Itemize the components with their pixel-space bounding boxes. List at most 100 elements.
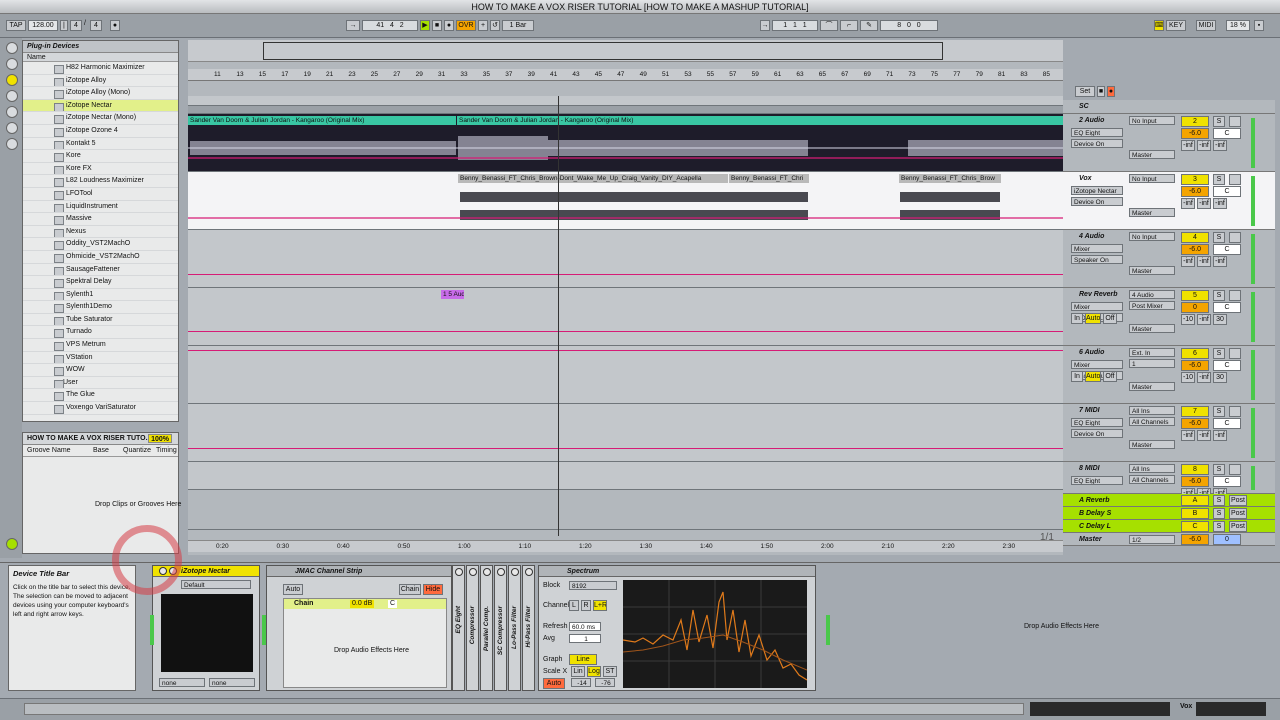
return-post[interactable]: Post: [1229, 521, 1247, 532]
clip-vox-2[interactable]: Benny_Benassi_FT_Chri: [729, 174, 809, 183]
user-plugin-item[interactable]: Voxengo VariSaturator: [23, 402, 178, 415]
plugin-item[interactable]: iZotope Nectar (Mono): [23, 112, 178, 125]
stop-all-icon[interactable]: ■: [1097, 86, 1105, 97]
plugin-item[interactable]: VPS Metrum: [23, 339, 178, 352]
jmac-chain-pan[interactable]: C: [388, 600, 398, 608]
jmac-device-column[interactable]: Hi-Pass Filter: [522, 565, 535, 691]
plugin-item[interactable]: Oddity_VST2MachO: [23, 238, 178, 251]
key-map-button[interactable]: KEY: [1166, 20, 1186, 31]
solo-button[interactable]: S: [1213, 406, 1225, 417]
overview-bar[interactable]: [188, 40, 1063, 62]
tempo-field[interactable]: 128.00: [28, 20, 58, 31]
track-volume[interactable]: -6.0: [1181, 244, 1209, 255]
spectrum-ch-lr[interactable]: L+R: [593, 600, 607, 611]
track-input[interactable]: Ext. In: [1129, 348, 1175, 357]
mixer-track[interactable]: SC: [1063, 100, 1275, 114]
master-cue[interactable]: 0: [1213, 534, 1241, 545]
master-name[interactable]: Master: [1067, 534, 1127, 545]
plugin-item[interactable]: Ohmicide_VST2MachO: [23, 251, 178, 264]
plugin-item[interactable]: iZotope Nectar: [23, 99, 178, 113]
draw-mode-icon[interactable]: ✎: [860, 20, 878, 31]
track-input[interactable]: All Ins: [1129, 406, 1175, 415]
mixer-track[interactable]: 2 Audio EQ Eight Device On No Input Master 2-…: [1063, 114, 1275, 172]
plugin-item[interactable]: iZotope Ozone 4: [23, 125, 178, 138]
spectrum-graph-line[interactable]: Line: [569, 654, 597, 665]
jmac-hide-button[interactable]: Hide: [423, 584, 443, 595]
master-volume[interactable]: -6.0: [1181, 534, 1209, 545]
spectrum-range-min[interactable]: -14: [571, 678, 591, 687]
plugin-item[interactable]: Nexus: [23, 226, 178, 239]
spectrum-scale-lin[interactable]: Lin: [571, 666, 585, 677]
plugin-item[interactable]: WOW: [23, 364, 178, 377]
nectar-preset[interactable]: Default: [181, 580, 251, 589]
plugin-browser-icon[interactable]: [6, 74, 18, 86]
punch-out-icon[interactable]: ⌐: [840, 20, 858, 31]
live-devices-icon[interactable]: [6, 42, 18, 54]
file-browser-3-icon[interactable]: [6, 122, 18, 134]
groove-pool-icon[interactable]: [6, 538, 18, 550]
mixer-track[interactable]: 7 MIDI EQ Eight Device On All Ins All Channe…: [1063, 404, 1275, 462]
lane-7-midi[interactable]: [188, 404, 1063, 462]
status-thumbnail[interactable]: [1030, 702, 1170, 716]
plugin-item[interactable]: H82 Harmonic Maximizer: [23, 62, 178, 75]
plugin-item[interactable]: iZotope Alloy: [23, 75, 178, 88]
lane-rev-reverb[interactable]: 1 5 Aud: [188, 288, 1063, 346]
spectrum-auto-button[interactable]: Auto: [543, 678, 565, 689]
device-activator-icon[interactable]: [525, 568, 533, 576]
status-track-thumbnail[interactable]: [1196, 702, 1266, 716]
return-solo[interactable]: S: [1213, 495, 1225, 506]
time-ruler[interactable]: 0:20 0:30 0:40 0:50 1:00 1:10 1:20 1:30 1:40 1:50…: [188, 540, 1063, 552]
track-output[interactable]: Master: [1129, 208, 1175, 217]
nectar-param-2[interactable]: none: [209, 678, 255, 687]
monitor-off[interactable]: Off: [1103, 371, 1117, 382]
solo-button[interactable]: S: [1213, 232, 1225, 243]
track-name[interactable]: 6 Audio: [1067, 347, 1127, 358]
nectar-param-1[interactable]: none: [159, 678, 205, 687]
plugin-item[interactable]: Kore FX: [23, 163, 178, 176]
track-output[interactable]: Master: [1129, 324, 1175, 333]
track-name[interactable]: SC: [1067, 101, 1127, 112]
pan-knob[interactable]: C: [1213, 302, 1241, 313]
arm-icon[interactable]: [1229, 348, 1241, 359]
monitor-off[interactable]: Off: [1103, 313, 1117, 324]
file-browser-1-icon[interactable]: [6, 90, 18, 102]
track-volume[interactable]: 0: [1181, 302, 1209, 313]
pan-knob[interactable]: C: [1213, 360, 1241, 371]
return-letter[interactable]: C: [1181, 521, 1209, 532]
track-name[interactable]: 7 MIDI: [1067, 405, 1127, 416]
track-input[interactable]: No Input: [1129, 174, 1175, 183]
plugin-item[interactable]: Kontakt 5: [23, 138, 178, 151]
pan-knob[interactable]: C: [1213, 476, 1241, 487]
overview-zoom-box[interactable]: [263, 42, 943, 60]
return-post[interactable]: Post: [1229, 508, 1247, 519]
solo-button[interactable]: S: [1213, 116, 1225, 127]
track-param-chooser[interactable]: Speaker On: [1071, 255, 1123, 264]
loop-length-field[interactable]: 8 0 0: [880, 20, 938, 31]
computer-midi-keyboard-icon[interactable]: ⌨: [1154, 20, 1164, 31]
solo-button[interactable]: S: [1213, 174, 1225, 185]
master-track[interactable]: Master 1/2 -6.0 0: [1063, 533, 1275, 546]
plugin-item[interactable]: Tube Saturator: [23, 314, 178, 327]
jmac-auto-button[interactable]: Auto: [283, 584, 303, 595]
track-input-channel[interactable]: All Channels: [1129, 417, 1175, 426]
overdub-button[interactable]: OVR: [456, 20, 476, 31]
track-number[interactable]: 4: [1181, 232, 1209, 243]
lane-4-audio[interactable]: [188, 230, 1063, 288]
plugin-item[interactable]: Kore: [23, 150, 178, 163]
track-device-chooser[interactable]: EQ Eight: [1071, 476, 1123, 485]
track-name[interactable]: Rev Reverb: [1067, 289, 1127, 300]
track-volume[interactable]: -6.0: [1181, 476, 1209, 487]
jmac-device-column[interactable]: SC Compressor: [494, 565, 507, 691]
solo-button[interactable]: S: [1213, 348, 1225, 359]
track-volume[interactable]: -6.0: [1181, 128, 1209, 139]
clip-vox-3[interactable]: Benny_Benassi_FT_Chris_Brow: [899, 174, 1001, 183]
return-name[interactable]: A Reverb: [1067, 495, 1127, 506]
monitor-in[interactable]: In: [1071, 313, 1083, 324]
send-a[interactable]: -10: [1181, 372, 1195, 383]
pan-knob[interactable]: C: [1213, 186, 1241, 197]
track-device-chooser[interactable]: Mixer: [1071, 360, 1123, 369]
sig-den[interactable]: 4: [90, 20, 102, 31]
send-c[interactable]: 30: [1213, 314, 1227, 325]
track-input[interactable]: No Input: [1129, 232, 1175, 241]
return-track[interactable]: B Delay S B S Post: [1063, 507, 1275, 520]
